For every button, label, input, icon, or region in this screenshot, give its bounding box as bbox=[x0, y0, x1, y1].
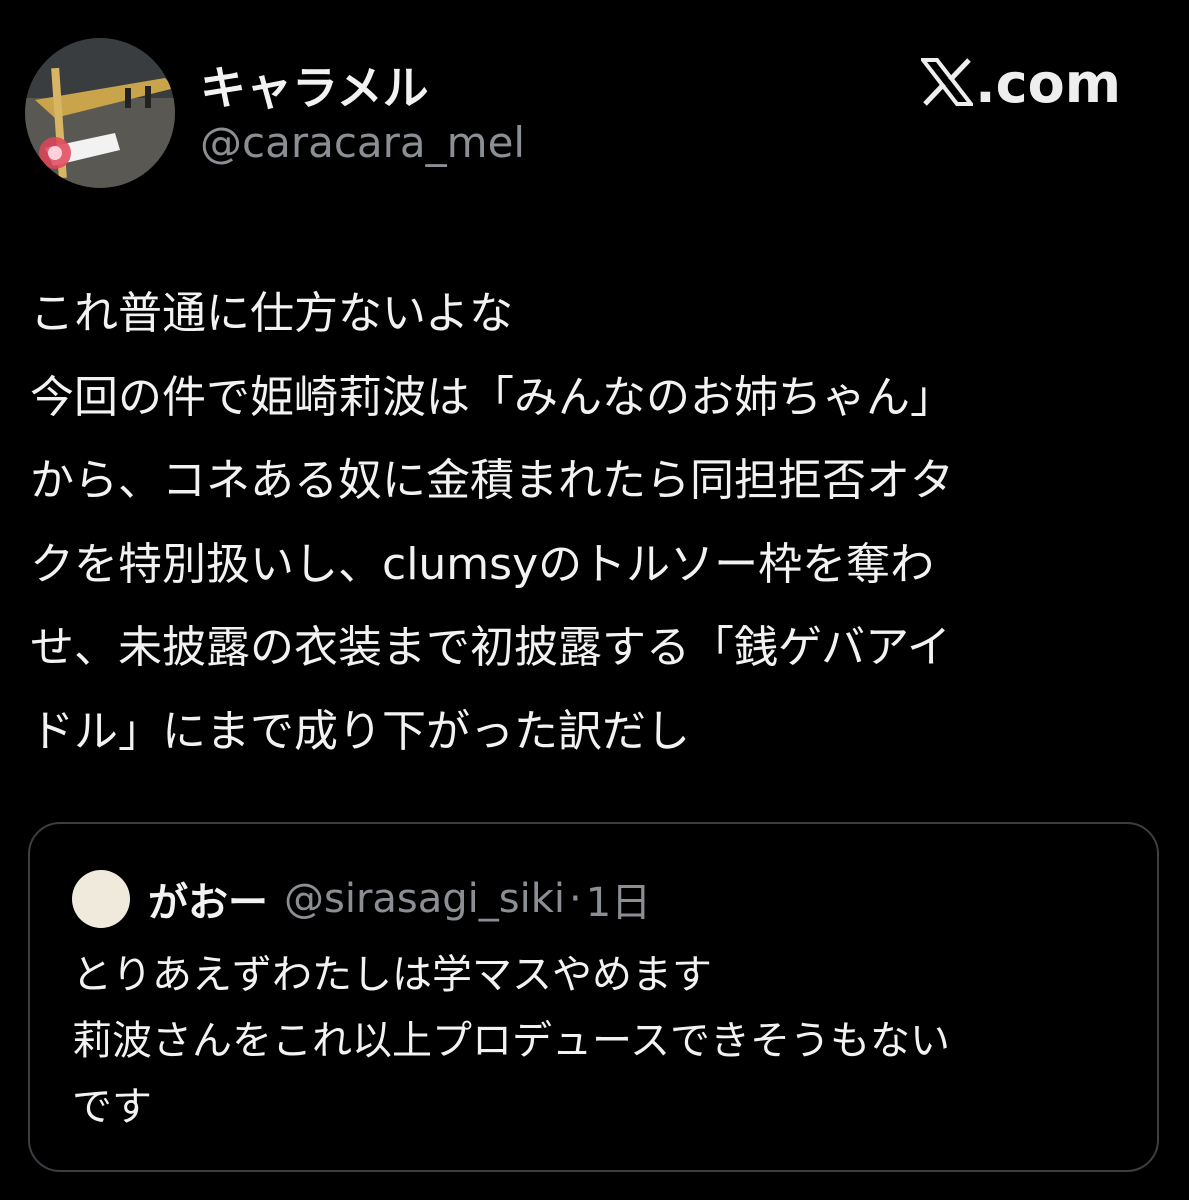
quoted-tweet-line: とりあえずわたしは学マスやめます bbox=[72, 952, 712, 998]
author-avatar[interactable] bbox=[25, 38, 175, 188]
tweet-line: から、コネある奴に金積まれたら同担拒否オタ bbox=[30, 455, 954, 506]
tweet-line: 今回の件で姫崎莉波は「みんなのお姉ちゃん」 bbox=[30, 371, 954, 423]
author-handle[interactable]: @caracara_mel bbox=[200, 118, 525, 167]
tweet-line: これ普通に仕方ないよな bbox=[30, 288, 514, 339]
quoted-tweet-text: とりあえずわたしは学マスやめます 莉波さんをこれ以上プロデュースできそうもない … bbox=[72, 942, 1132, 1140]
tweet-line: クを特別扱いし、clumsyのトルソー枠を奪わ bbox=[30, 538, 935, 590]
quoted-author-name[interactable]: がおー bbox=[148, 870, 268, 928]
brand-watermark: .com bbox=[919, 52, 1121, 115]
quoted-author-handle[interactable]: @sirasagi_siki bbox=[284, 876, 565, 922]
author-display-name[interactable]: キャラメル bbox=[200, 52, 429, 118]
separator-dot: · bbox=[569, 876, 582, 922]
quoted-tweet-line: 莉波さんをこれ以上プロデュースできそうもない bbox=[72, 1018, 950, 1064]
x-logo-icon bbox=[919, 56, 976, 106]
quoted-tweet-time[interactable]: 1日 bbox=[586, 870, 651, 928]
quoted-tweet-header: がおー @sirasagi_siki · 1日 bbox=[72, 870, 651, 928]
tweet-line: せ、未披露の衣装まで初披露する「銭ゲバアイ bbox=[30, 622, 951, 673]
tweet-line: ドル」にまで成り下がった訳だし bbox=[30, 705, 690, 757]
tweet-text: これ普通に仕方ないよな 今回の件で姫崎莉波は「みんなのお姉ちゃん」 から、コネあ… bbox=[30, 272, 1160, 773]
avatar-icon[interactable] bbox=[72, 870, 130, 928]
quoted-tweet-line: です bbox=[72, 1084, 152, 1130]
quoted-tweet-card[interactable]: がおー @sirasagi_siki · 1日 とりあえずわたしは学マスやめます… bbox=[28, 822, 1159, 1172]
brand-site-text: .com bbox=[975, 52, 1121, 115]
profile-photo-icon bbox=[25, 38, 175, 188]
